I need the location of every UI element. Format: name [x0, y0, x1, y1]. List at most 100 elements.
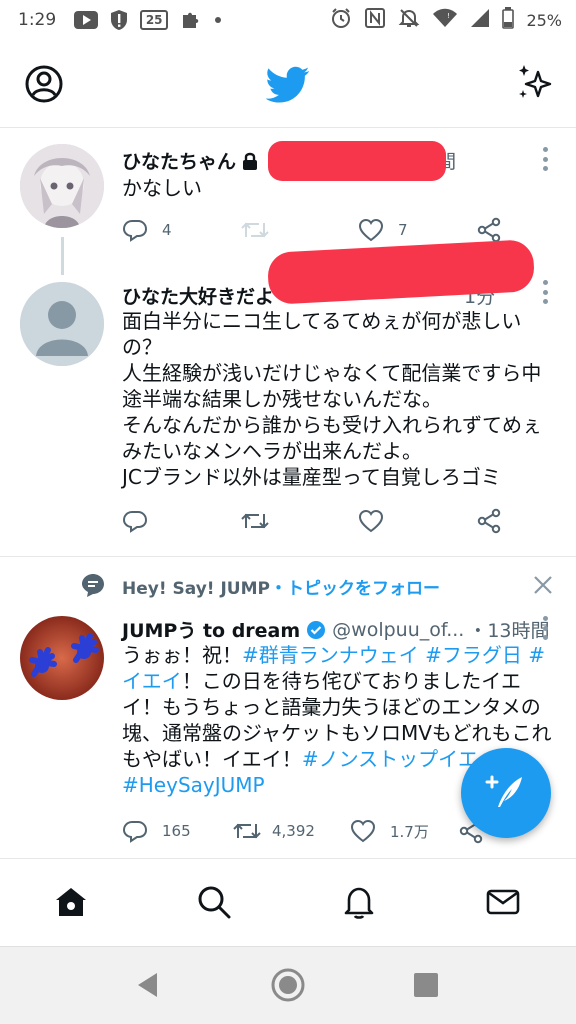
- reply-count: 165: [162, 822, 191, 840]
- alarm-icon: [330, 7, 352, 33]
- heart-icon: [358, 218, 384, 242]
- bell-icon[interactable]: [338, 881, 380, 923]
- mute-icon: [398, 7, 420, 33]
- back-icon[interactable]: [130, 967, 166, 1003]
- share-icon: [476, 508, 502, 534]
- like-button[interactable]: [358, 509, 476, 533]
- hashtag-link[interactable]: #群青ランナウェイ: [242, 643, 419, 667]
- calendar-25-icon: 25: [140, 10, 169, 30]
- avatar[interactable]: [20, 282, 104, 366]
- tweet-actions: 4 7: [122, 217, 502, 243]
- calendar-25-label: 25: [145, 13, 163, 27]
- search-icon[interactable]: [193, 881, 235, 923]
- retweet-button[interactable]: [240, 217, 358, 243]
- compose-feather-icon: [484, 769, 528, 817]
- status-time: 1:29: [18, 10, 57, 30]
- tweet-header: JUMPう to dream @wolpuu_of... ・13時間: [122, 616, 550, 643]
- tweet-text: かなしい: [122, 176, 202, 200]
- compose-tweet-button[interactable]: [461, 748, 551, 838]
- svg-text:!: !: [447, 12, 450, 20]
- reply-count: 4: [162, 221, 172, 239]
- puzzle-icon: [180, 9, 202, 31]
- reply-icon: [122, 818, 148, 844]
- sparkle-icon[interactable]: [514, 62, 556, 104]
- tweet-time: ・13時間: [468, 620, 550, 642]
- retweet-icon: [240, 508, 270, 534]
- lock-icon: [242, 152, 258, 170]
- tweet-text-line: 面白半分にニコ生してるてめぇが何が悲しい: [122, 309, 522, 333]
- tweet-text-line: 人生経験が浅いだけじゃなくて配信業ですら中: [122, 361, 542, 385]
- app-header: [0, 40, 576, 128]
- divider: [0, 556, 576, 557]
- battery-percentage: 25%: [526, 10, 562, 30]
- like-button[interactable]: 7: [358, 218, 476, 242]
- youtube-icon: [74, 11, 99, 29]
- tweet-text-line: そんなんだから誰からも受け入れられずてめぇ: [122, 413, 542, 437]
- display-name[interactable]: ひなたちゃん: [122, 147, 236, 174]
- system-nav-bar: [0, 946, 576, 1024]
- hashtag-link[interactable]: イエイ: [122, 669, 182, 693]
- hashtag-link[interactable]: #HeySayJUMP: [122, 773, 265, 797]
- home-circle-icon[interactable]: [270, 967, 306, 1003]
- reply-button[interactable]: 4: [122, 217, 240, 243]
- retweet-icon: [240, 217, 270, 243]
- verified-badge-icon: [306, 620, 326, 640]
- close-icon[interactable]: [532, 574, 554, 596]
- topic-icon: [80, 572, 106, 598]
- like-count: 7: [398, 221, 408, 239]
- home-icon[interactable]: [50, 881, 92, 923]
- tweet-text-line: の？: [122, 335, 162, 359]
- mail-icon[interactable]: [482, 881, 524, 923]
- reply-button[interactable]: [122, 508, 240, 534]
- reply-icon: [122, 217, 148, 243]
- shield-alert-icon: [110, 9, 128, 31]
- tweet-text-line: みたいなメンヘラが出来んだよ。: [122, 439, 422, 463]
- more-options-icon[interactable]: [540, 280, 550, 304]
- more-options-icon[interactable]: [540, 147, 550, 171]
- share-button[interactable]: [476, 508, 502, 534]
- hashtag-link[interactable]: #: [528, 643, 545, 667]
- hashtag-link[interactable]: #ノンストップイエ: [302, 747, 478, 771]
- more-options-icon[interactable]: [540, 616, 550, 640]
- avatar[interactable]: [20, 144, 104, 228]
- profile-icon[interactable]: [24, 64, 64, 104]
- bottom-nav: [0, 858, 576, 946]
- retweet-count: 4,392: [272, 822, 315, 840]
- thread-line: [61, 237, 64, 275]
- reply-button[interactable]: 165: [122, 818, 232, 844]
- recents-icon[interactable]: [408, 967, 444, 1003]
- tweet-actions: [122, 508, 502, 534]
- dot-icon: [214, 16, 222, 24]
- tweet-text-line: 途半端な結果しか残せないんだな。: [122, 387, 442, 411]
- tweet-actions: 165 4,392 1.7万: [122, 818, 484, 844]
- display-name[interactable]: JUMPう to dream: [122, 616, 300, 643]
- hashtag-link[interactable]: #フラグ日: [425, 643, 522, 667]
- wifi-icon: !: [432, 8, 458, 32]
- tweet[interactable]: ひなた大好きだよ 1分 面白半分にニコ生してるてめぇが何が悲しい の？ 人生経験…: [0, 239, 576, 556]
- heart-icon: [358, 509, 384, 533]
- tweet-text: 面白半分にニコ生してるてめぇが何が悲しい の？ 人生経験が浅いだけじゃなくて配信…: [122, 308, 552, 490]
- like-count: 1.7万: [390, 822, 429, 841]
- retweet-button[interactable]: [240, 508, 358, 534]
- status-bar: 1:29 25 ! 25%: [0, 0, 576, 40]
- handle: @wolpuu_of...: [332, 618, 465, 641]
- share-icon: [476, 217, 502, 243]
- nfc-icon: [364, 7, 386, 33]
- tweet-text-line: JCブランド以外は量産型って自覚しろゴミ: [122, 465, 501, 489]
- reply-icon: [122, 508, 148, 534]
- retweet-icon: [232, 818, 262, 844]
- signal-icon: [470, 8, 490, 32]
- retweet-button[interactable]: 4,392: [232, 818, 350, 844]
- topic-follow-link[interactable]: ・トピックをフォロー: [270, 579, 440, 599]
- topic-name[interactable]: Hey! Say! JUMP: [122, 579, 270, 599]
- topic-text: Hey! Say! JUMP・トピックをフォロー: [122, 574, 440, 599]
- text-segment: うぉぉ！祝！: [122, 643, 242, 667]
- heart-icon: [350, 819, 376, 843]
- share-button[interactable]: [476, 217, 502, 243]
- topic-row: Hey! Say! JUMP・トピックをフォロー: [0, 568, 576, 602]
- like-button[interactable]: 1.7万: [350, 819, 458, 843]
- twitter-bird-icon: [265, 62, 310, 106]
- avatar[interactable]: [20, 616, 104, 700]
- display-name[interactable]: ひなた大好きだよ: [122, 282, 274, 309]
- battery-icon: [502, 7, 515, 33]
